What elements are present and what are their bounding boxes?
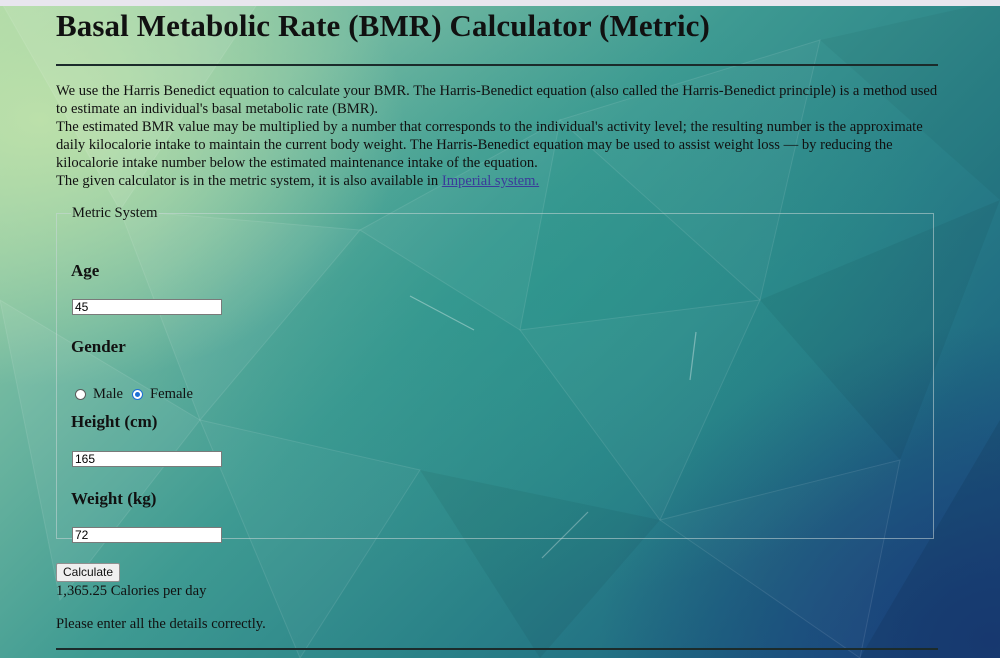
calculate-button[interactable]: Calculate xyxy=(56,563,121,582)
validation-message: Please enter all the details correctly. xyxy=(56,616,266,632)
page-content: Basal Metabolic Rate (BMR) Calculator (M… xyxy=(56,8,938,650)
intro-text: We use the Harris Benedict equation to c… xyxy=(56,82,938,190)
age-input[interactable]: 45 xyxy=(72,299,222,315)
bottom-divider xyxy=(56,648,938,650)
imperial-system-link[interactable]: Imperial system. xyxy=(442,173,539,189)
intro-paragraph-2: The estimated BMR value may be multiplie… xyxy=(56,119,923,171)
top-divider xyxy=(56,64,938,66)
male-radio-label[interactable]: Male xyxy=(93,386,123,403)
male-radio[interactable] xyxy=(75,389,86,400)
metric-system-fieldset: Metric System Age 45 Gender Male Female … xyxy=(56,205,934,543)
gender-label: Gender xyxy=(71,337,126,356)
height-label: Height (cm) xyxy=(71,412,158,431)
height-input[interactable]: 165 xyxy=(72,451,222,467)
fieldset-legend: Metric System xyxy=(72,205,158,221)
gender-radio-group: Male Female xyxy=(75,386,202,403)
intro-paragraph-1: We use the Harris Benedict equation to c… xyxy=(56,83,938,117)
intro-paragraph-3: The given calculator is in the metric sy… xyxy=(56,172,938,190)
browser-top-strip xyxy=(0,0,1000,6)
female-radio[interactable] xyxy=(132,389,143,400)
female-radio-label[interactable]: Female xyxy=(150,386,193,403)
age-label: Age xyxy=(71,261,100,280)
bmr-result: 1,365.25 Calories per day xyxy=(56,583,207,599)
intro-paragraph-3-text: The given calculator is in the metric sy… xyxy=(56,173,442,189)
weight-label: Weight (kg) xyxy=(71,489,157,508)
weight-input[interactable]: 72 xyxy=(72,527,222,543)
page-title: Basal Metabolic Rate (BMR) Calculator (M… xyxy=(56,8,710,43)
